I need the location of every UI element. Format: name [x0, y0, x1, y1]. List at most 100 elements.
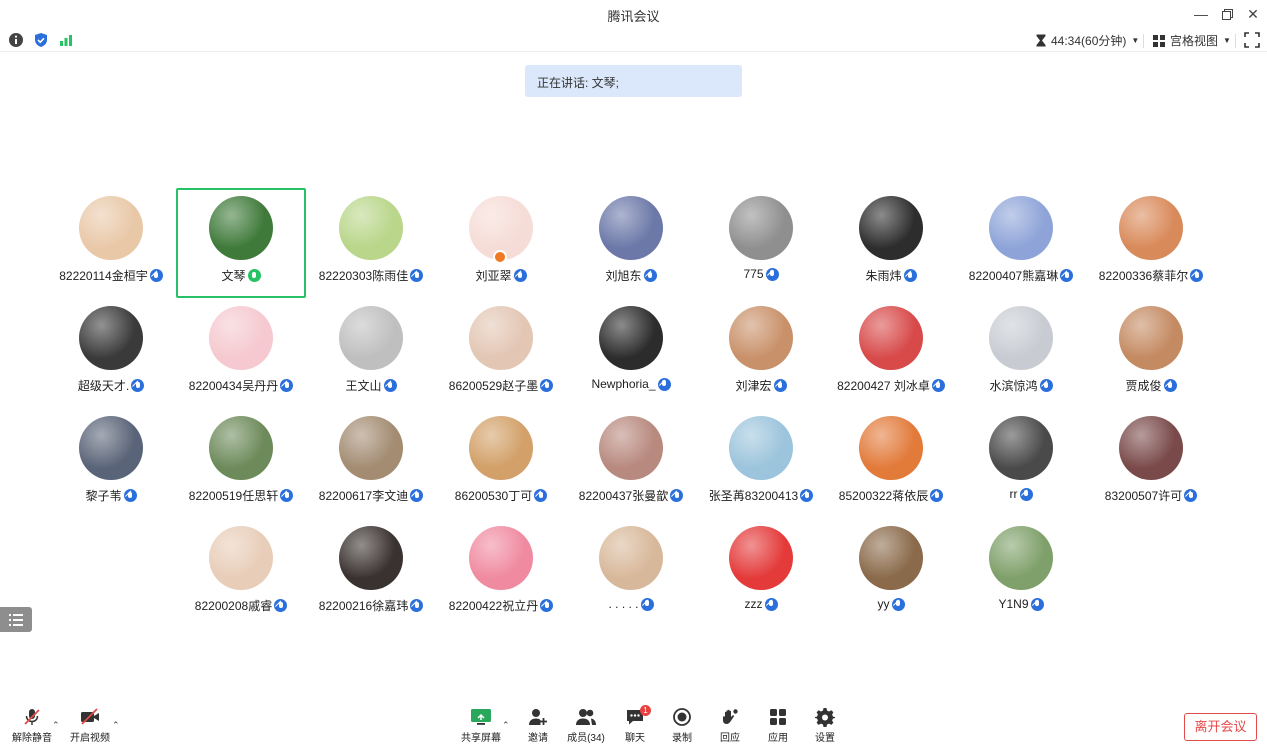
leave-meeting-button[interactable]: 离开会议: [1184, 713, 1257, 741]
members-label: 成员(34): [567, 733, 605, 744]
participant-tile[interactable]: 黎子苇: [46, 408, 176, 518]
participant-tile[interactable]: 82200208戚睿: [176, 518, 306, 628]
participant-tile[interactable]: 文琴: [176, 188, 306, 298]
restore-icon[interactable]: [1216, 4, 1238, 24]
fullscreen-icon[interactable]: [1244, 32, 1260, 48]
participant-tile[interactable]: rr: [956, 408, 1086, 518]
participant-tile[interactable]: 刘旭东: [566, 188, 696, 298]
list-icon: [9, 613, 23, 626]
participant-tile[interactable]: . . . . .: [566, 518, 696, 628]
participant-tile[interactable]: 85200322蒋依辰: [826, 408, 956, 518]
participant-tile[interactable]: 775: [696, 188, 826, 298]
view-mode-dropdown[interactable]: 宫格视图 ▼: [1153, 32, 1231, 49]
avatar: [1119, 416, 1183, 480]
avatar: [339, 526, 403, 590]
avatar: [599, 526, 663, 590]
avatar: [599, 306, 663, 370]
apps-grid-icon: [770, 709, 786, 725]
hourglass-icon: [1036, 34, 1046, 47]
avatar: [989, 526, 1053, 590]
participant-name: 张圣苒83200413: [708, 489, 799, 503]
participant-name-row: 张圣苒83200413: [696, 487, 826, 504]
participant-tile[interactable]: 82200407熊嘉琳: [956, 188, 1086, 298]
info-icon[interactable]: [8, 32, 24, 48]
mic-muted-icon: [280, 489, 294, 502]
participant-tile[interactable]: 82200422祝立丹: [436, 518, 566, 628]
mic-muted-icon: [657, 377, 671, 391]
avatar: [79, 306, 143, 370]
participant-name: 超级天才.: [77, 379, 130, 393]
unmute-button[interactable]: 解除静音: [7, 707, 57, 747]
participant-tile[interactable]: 82220114金桓宇: [46, 188, 176, 298]
share-options-caret-icon[interactable]: ⌃: [502, 720, 510, 731]
mic-muted-icon: [930, 489, 944, 502]
minimize-icon[interactable]: —: [1190, 4, 1212, 24]
participant-tile[interactable]: 83200507许可: [1086, 408, 1216, 518]
participant-tile[interactable]: zzz: [696, 518, 826, 628]
participant-tile[interactable]: 朱雨炜: [826, 188, 956, 298]
participant-tile[interactable]: 82200617李文迪: [306, 408, 436, 518]
participant-tile[interactable]: 张圣苒83200413: [696, 408, 826, 518]
avatar: [859, 526, 923, 590]
record-button[interactable]: 录制: [657, 707, 707, 747]
avatar: [1119, 196, 1183, 260]
participant-tile[interactable]: 刘亚翠: [436, 188, 566, 298]
participant-name: 82200519任思轩: [188, 489, 279, 503]
audio-options-caret-icon[interactable]: ⌃: [52, 720, 60, 731]
apps-label: 应用: [768, 733, 788, 744]
security-shield-icon[interactable]: [33, 32, 49, 48]
apps-button[interactable]: 应用: [753, 707, 803, 747]
participant-tile[interactable]: 82200519任思轩: [176, 408, 306, 518]
avatar: [209, 526, 273, 590]
avatar: [859, 416, 923, 480]
participant-tile[interactable]: 82200216徐嘉玮: [306, 518, 436, 628]
participant-tile[interactable]: 王文山: [306, 298, 436, 408]
participant-tile[interactable]: 82200437张曼歆: [566, 408, 696, 518]
reaction-hand-icon: [723, 709, 738, 724]
avatar: [859, 196, 923, 260]
participant-name-row: 朱雨炜: [826, 267, 956, 284]
mic-muted-icon: [1184, 489, 1198, 502]
participant-name: 82200336蔡菲尔: [1098, 269, 1189, 283]
avatar: [729, 196, 793, 260]
participant-tile[interactable]: 86200530丁可: [436, 408, 566, 518]
unmute-label: 解除静音: [12, 733, 52, 744]
participant-name: 黎子苇: [85, 489, 122, 503]
participant-name: 82200407熊嘉琳: [968, 269, 1059, 283]
participant-tile[interactable]: Newphoria_: [566, 298, 696, 408]
participant-tile[interactable]: yy: [826, 518, 956, 628]
mic-muted-icon: [534, 489, 548, 502]
participant-name-row: 82220303陈雨佳: [306, 267, 436, 284]
mic-muted-icon: [773, 379, 787, 392]
participant-tile[interactable]: 82200427 刘冰卓: [826, 298, 956, 408]
members-button[interactable]: 成员(34): [561, 707, 611, 747]
participant-name: 82200434吴丹丹: [188, 379, 279, 393]
participant-tile[interactable]: 82220303陈雨佳: [306, 188, 436, 298]
participant-tile[interactable]: 超级天才.: [46, 298, 176, 408]
participant-tile[interactable]: Y1N9: [956, 518, 1086, 628]
settings-button[interactable]: 设置: [800, 707, 850, 747]
invite-button[interactable]: 邀请: [513, 707, 563, 747]
participant-name: 贾成俊: [1125, 379, 1162, 393]
participant-name: 82200216徐嘉玮: [318, 599, 409, 613]
start-video-button[interactable]: 开启视频: [65, 707, 115, 747]
participant-tile[interactable]: 86200529赵子墨: [436, 298, 566, 408]
chat-list-toggle-button[interactable]: [0, 607, 32, 632]
close-icon[interactable]: ✕: [1242, 4, 1264, 24]
chat-button[interactable]: 1 聊天: [610, 705, 660, 747]
participant-tile[interactable]: 水滨惊鸿: [956, 298, 1086, 408]
share-screen-button[interactable]: 共享屏幕: [456, 707, 506, 747]
participant-tile[interactable]: 82200434吴丹丹: [176, 298, 306, 408]
mic-muted-icon: [280, 379, 294, 392]
participant-tile[interactable]: 刘津宏: [696, 298, 826, 408]
meeting-timer[interactable]: 44:34(60分钟) ▼: [1036, 32, 1139, 49]
participant-tile[interactable]: 贾成俊: [1086, 298, 1216, 408]
participant-name: 王文山: [345, 379, 382, 393]
avatar: [989, 306, 1053, 370]
video-options-caret-icon[interactable]: ⌃: [112, 720, 120, 731]
participant-tile[interactable]: 82200336蔡菲尔: [1086, 188, 1216, 298]
reactions-button[interactable]: 回应: [705, 707, 755, 747]
network-signal-icon[interactable]: [58, 32, 74, 48]
avatar: [339, 306, 403, 370]
avatar: [339, 416, 403, 480]
